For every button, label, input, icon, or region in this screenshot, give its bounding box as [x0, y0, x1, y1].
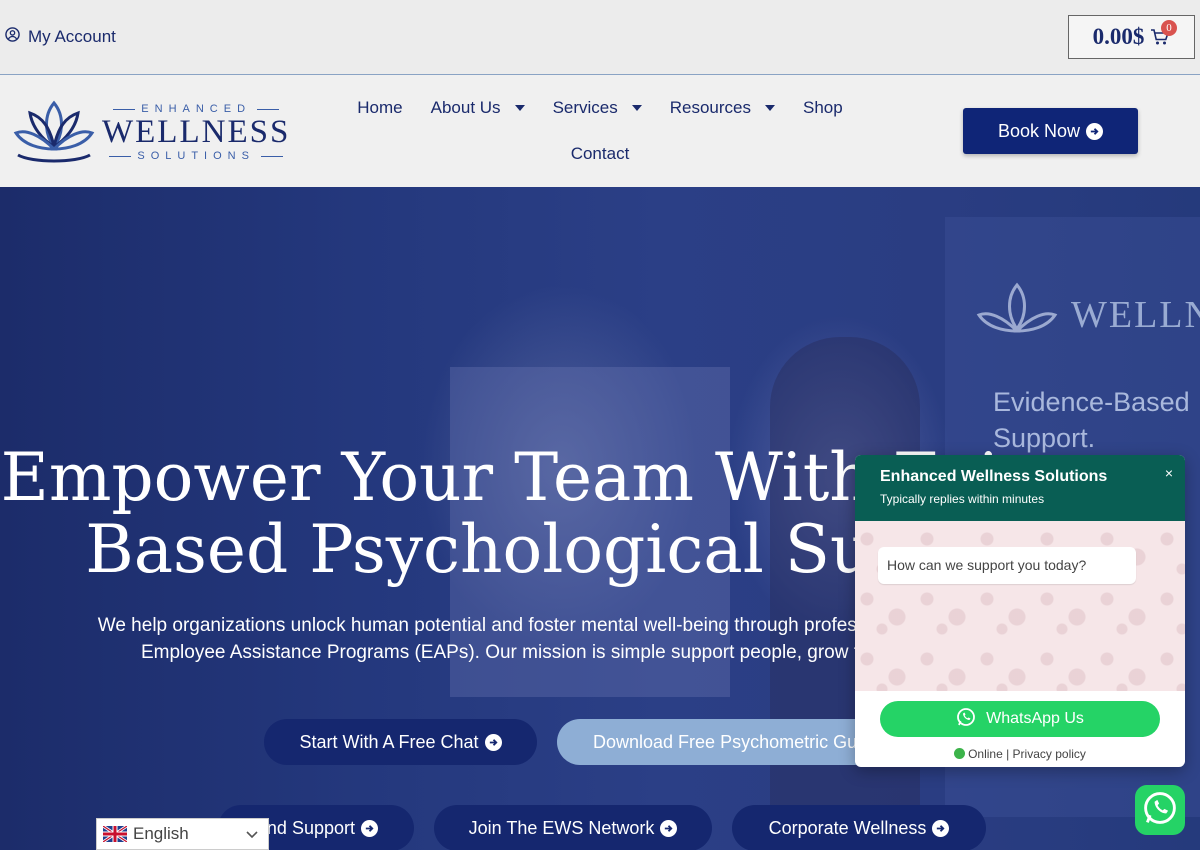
whatsapp-icon	[956, 707, 976, 732]
nav-label: Shop	[803, 98, 843, 117]
whatsapp-float-button[interactable]	[1135, 785, 1185, 835]
whatsapp-us-label: WhatsApp Us	[986, 710, 1084, 727]
user-circle-icon	[5, 27, 20, 47]
lotus-logo-icon	[975, 279, 1059, 350]
chevron-down-icon	[246, 824, 258, 844]
logo-main-text: WELLNESS	[102, 114, 291, 150]
nav-item-home[interactable]: Home	[357, 98, 402, 118]
hero-subtitle: We help organizations unlock human poten…	[30, 612, 970, 666]
chat-body: How can we support you today?	[855, 521, 1185, 691]
caret-down-icon	[514, 105, 525, 111]
hero-title-line: Empower Your Team With Evi	[0, 439, 1000, 516]
banner-logo: WELLN	[975, 279, 1200, 350]
nav-label: Contact	[570, 144, 630, 163]
arrow-circle-icon	[932, 819, 950, 837]
caret-down-icon	[631, 105, 642, 111]
language-label: English	[133, 824, 189, 843]
chat-business-name: Enhanced Wellness Solutions	[880, 468, 1108, 485]
whatsapp-us-button[interactable]: WhatsApp Us	[880, 701, 1160, 737]
hero-title: Empower Your Team With Evi Based Psychol…	[0, 442, 1000, 586]
nav-item-contact[interactable]: Contact	[571, 144, 630, 164]
chat-reply-time: Typically replies within minutes	[880, 492, 1045, 506]
nav-item-about-us[interactable]: About Us	[431, 98, 525, 118]
logo-bottom-text: SOLUTIONS	[109, 150, 283, 162]
caret-down-icon	[765, 105, 776, 111]
nav-row-1: Home About Us Services Resources Shop	[340, 95, 860, 121]
button-label: Download Free Psychometric Gui	[593, 731, 862, 752]
nav-item-resources[interactable]: Resources	[669, 98, 776, 118]
nav-item-shop[interactable]: Shop	[803, 98, 843, 118]
banner-logo-text: WELLN	[1071, 293, 1200, 336]
site-logo[interactable]: ENHANCED WELLNESS SOLUTIONS	[12, 97, 290, 168]
my-account-label: My Account	[28, 27, 116, 46]
uk-flag-icon	[102, 824, 128, 844]
cart-button[interactable]: 0.00$	[1068, 15, 1195, 59]
lotus-logo-icon	[12, 97, 96, 168]
nav-label: Resources	[669, 98, 752, 117]
button-label: Corporate Wellness	[768, 817, 927, 838]
cart-count-badge: 0	[1161, 20, 1177, 36]
button-label: Start With A Free Chat	[299, 731, 479, 752]
whatsapp-icon	[1142, 790, 1178, 831]
top-bar: My Account 0.00$ 0	[0, 0, 1200, 75]
download-guide-button[interactable]: Download Free Psychometric Gui	[557, 719, 887, 765]
online-status-dot	[954, 748, 966, 759]
nav-label: About Us	[430, 98, 501, 117]
cart-amount: 0.00$	[1092, 24, 1145, 49]
button-label: nd Support	[266, 817, 355, 838]
banner-text: Evidence-Based Support.	[993, 384, 1190, 456]
nav-label: Home	[357, 98, 403, 117]
banner-text-line: Evidence-Based	[993, 387, 1190, 417]
site-header: ENHANCED WELLNESS SOLUTIONS Home About U…	[0, 75, 1200, 187]
chat-footer-text[interactable]: Online | Privacy policy	[968, 747, 1086, 761]
chat-footer: Online | Privacy policy	[855, 747, 1185, 761]
arrow-circle-icon	[660, 819, 678, 837]
my-account-link[interactable]: My Account	[5, 27, 116, 47]
hero-subtitle-line: Employee Assistance Programs (EAPs). Our…	[140, 642, 860, 663]
arrow-circle-icon	[1086, 122, 1104, 140]
nav-item-services[interactable]: Services	[553, 98, 642, 118]
main-nav: Home About Us Services Resources Shop Co…	[340, 95, 860, 187]
arrow-circle-icon	[484, 733, 502, 751]
nav-row-2: Contact	[340, 141, 860, 167]
book-now-button[interactable]: Book Now	[963, 108, 1138, 154]
banner-text-line: Support.	[993, 423, 1096, 453]
join-network-button[interactable]: Join The EWS Network	[434, 805, 712, 850]
free-chat-button[interactable]: Start With A Free Chat	[264, 719, 537, 765]
button-label: Join The EWS Network	[468, 817, 655, 838]
hero-subtitle-line: We help organizations unlock human poten…	[97, 615, 903, 636]
logo-wordmark: ENHANCED WELLNESS SOLUTIONS	[102, 103, 290, 162]
chat-message: How can we support you today?	[878, 547, 1136, 584]
language-selector[interactable]: English	[96, 818, 269, 850]
book-now-label: Book Now	[997, 120, 1081, 141]
whatsapp-chat-widget: Enhanced Wellness Solutions Typically re…	[855, 455, 1185, 767]
arrow-circle-icon	[361, 819, 378, 837]
nav-label: Services	[552, 98, 618, 117]
corporate-wellness-button[interactable]: Corporate Wellness	[732, 805, 986, 850]
hero-title-line: Based Psychological Sup	[85, 511, 915, 588]
close-icon[interactable]: ×	[1165, 465, 1173, 481]
chat-header: Enhanced Wellness Solutions Typically re…	[855, 455, 1185, 521]
